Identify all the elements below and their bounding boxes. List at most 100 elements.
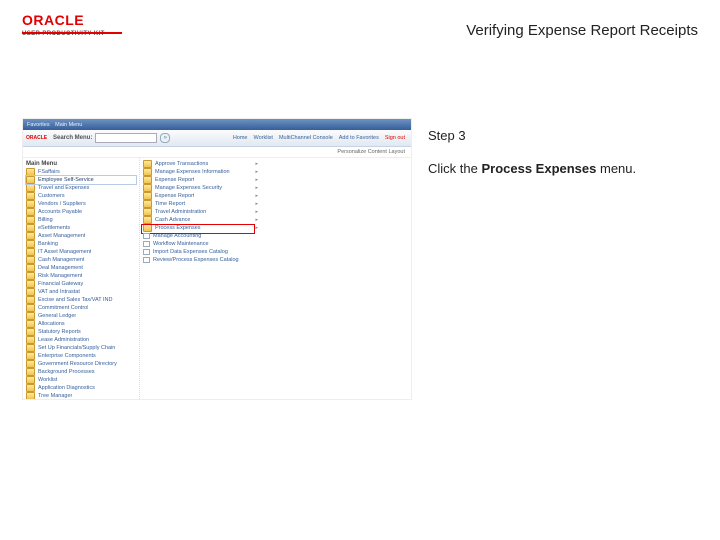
breadcrumb-item[interactable]: Favorites <box>27 122 50 128</box>
chevron-right-icon: ▸ <box>255 169 258 175</box>
logo-main-text: ORACLE <box>22 12 84 28</box>
folder-icon <box>26 168 35 176</box>
menu-item-label: Vendors / Suppliers <box>38 201 86 207</box>
chevron-right-icon: ▸ <box>255 217 258 223</box>
menu-item-label: Billing <box>38 217 53 223</box>
menu-item-label: Manage Accounting <box>153 233 201 239</box>
main-menu-item[interactable]: Accounts Payable <box>26 208 136 216</box>
folder-icon <box>143 176 152 184</box>
desc-before: Click the <box>428 161 481 176</box>
menu-item-label: Expense Report <box>155 193 194 199</box>
menu-item-label: Banking <box>38 241 58 247</box>
main-menu-item[interactable]: Employee Self-Service <box>26 176 136 184</box>
main-menu-item[interactable]: Enterprise Components <box>26 352 136 360</box>
main-menu-item[interactable]: Cash Management <box>26 256 136 264</box>
folder-icon <box>26 232 35 240</box>
chevron-right-icon: ▸ <box>255 177 258 183</box>
menu-item-label: Excise and Sales Tax/VAT IND <box>38 297 113 303</box>
main-menu-item[interactable]: Tree Manager <box>26 392 136 399</box>
main-menu-item[interactable]: Asset Management <box>26 232 136 240</box>
sub-menu-item[interactable]: Cash Advance ▸ <box>143 216 258 224</box>
menu-item-label: Customers <box>38 193 65 199</box>
nav-addfav-link[interactable]: Add to Favorites <box>339 135 379 141</box>
menu-item-label: Deal Management <box>38 265 83 271</box>
main-menu-item[interactable]: Vendors / Suppliers <box>26 200 136 208</box>
folder-icon <box>26 240 35 248</box>
main-menu-item[interactable]: Allocations <box>26 320 136 328</box>
menu-item-label: Workflow Maintenance <box>153 241 209 247</box>
nav-worklist-link[interactable]: Worklist <box>253 135 272 141</box>
main-menu-item[interactable]: Deal Management <box>26 264 136 272</box>
folder-icon <box>26 280 35 288</box>
main-menu-item[interactable]: Banking <box>26 240 136 248</box>
folder-icon <box>26 384 35 392</box>
main-menu-item[interactable]: Commitment Control <box>26 304 136 312</box>
sub-menu-item[interactable]: Manage Accounting <box>143 232 258 240</box>
main-menu-item[interactable]: Customers <box>26 192 136 200</box>
main-menu-item[interactable]: Billing <box>26 216 136 224</box>
sub-menu-item[interactable]: Approve Transactions▸ <box>143 160 258 168</box>
menu-item-label: Worklist <box>38 377 57 383</box>
menu-item-label: Process Expenses <box>155 225 201 231</box>
folder-icon <box>26 256 35 264</box>
sub-menu-item[interactable]: Manage Expenses Security▸ <box>143 184 258 192</box>
logo-underline <box>22 32 122 34</box>
folder-icon <box>26 392 35 399</box>
main-menu-title: Main Menu <box>26 160 136 168</box>
main-menu-column: Main MenuFSaffairsEmployee Self-Service T… <box>23 158 140 399</box>
folder-icon <box>143 208 152 216</box>
process-expenses-menu[interactable]: Process Expenses▸ <box>143 224 258 232</box>
main-menu-item[interactable]: Financial Gateway <box>26 280 136 288</box>
search-input[interactable] <box>95 133 157 143</box>
personalize-bar[interactable]: Personalize Content Layout <box>23 147 411 158</box>
menu-item-label: Asset Management <box>38 233 85 239</box>
chevron-right-icon: ▸ <box>255 193 258 199</box>
main-menu-item[interactable]: Lease Administration <box>26 336 136 344</box>
oracle-logo: ORACLE USER PRODUCTIVITY KIT <box>22 12 122 40</box>
main-menu-item[interactable]: Set Up Financials/Supply Chain <box>26 344 136 352</box>
sub-menu-item[interactable]: Import Data Expenses Catalog <box>143 248 258 256</box>
nav-home-link[interactable]: Home <box>233 135 248 141</box>
main-menu-item[interactable]: FSaffairs <box>26 168 136 176</box>
sub-menu-item[interactable]: Manage Expenses Information ▸ <box>143 168 258 176</box>
main-menu-item[interactable]: Background Processes <box>26 368 136 376</box>
nav-mc-link[interactable]: MultiChannel Console <box>279 135 333 141</box>
main-menu-item[interactable]: IT Asset Management <box>26 248 136 256</box>
main-menu-item[interactable]: Risk Management <box>26 272 136 280</box>
main-menu-item[interactable]: Government Resource Directory <box>26 360 136 368</box>
folder-icon <box>26 360 35 368</box>
breadcrumb-item[interactable]: Main Menu <box>55 122 82 128</box>
menu-item-label: Accounts Payable <box>38 209 82 215</box>
folder-icon <box>26 296 35 304</box>
menu-item-label: Cash Advance <box>155 217 190 223</box>
folder-icon <box>26 320 35 328</box>
main-menu-item[interactable]: Worklist <box>26 376 136 384</box>
folder-icon <box>26 224 35 232</box>
sub-menu-item[interactable]: Expense Report ▸ <box>143 192 258 200</box>
nav-signout-link[interactable]: Sign out <box>385 135 405 141</box>
main-menu-item[interactable]: eSettlements <box>26 224 136 232</box>
step-label: Step 3 <box>428 128 698 143</box>
menu-item-label: Manage Expenses Information <box>155 169 230 175</box>
sub-menu-item[interactable]: Review/Process Expenses Catalog <box>143 256 258 264</box>
folder-icon <box>26 208 35 216</box>
main-menu-item[interactable]: VAT and Intrastat <box>26 288 136 296</box>
main-menu-item[interactable]: Statutory Reports <box>26 328 136 336</box>
folder-icon <box>26 216 35 224</box>
menu-item-label: Travel Administration <box>155 209 206 215</box>
folder-icon <box>143 224 152 232</box>
main-menu-item[interactable]: General Ledger <box>26 312 136 320</box>
menu-item-label: Employee Self-Service <box>38 177 94 183</box>
sub-menu-item[interactable]: Expense Report ▸ <box>143 176 258 184</box>
app-top-bar: Favorites Main Menu <box>23 119 411 130</box>
main-menu-item[interactable]: Application Diagnostics <box>26 384 136 392</box>
menu-item-label: Travel and Expenses <box>38 185 89 191</box>
sub-menu-item[interactable]: Time Report▸ <box>143 200 258 208</box>
menu-item-label: Expense Report <box>155 177 194 183</box>
menu-item-label: Import Data Expenses Catalog <box>153 249 228 255</box>
main-menu-item[interactable]: Excise and Sales Tax/VAT IND <box>26 296 136 304</box>
main-menu-item[interactable]: Travel and Expenses <box>26 184 136 192</box>
search-go-button[interactable]: » <box>160 133 170 143</box>
sub-menu-item[interactable]: Travel Administration▸ <box>143 208 258 216</box>
sub-menu-item[interactable]: Workflow Maintenance <box>143 240 258 248</box>
